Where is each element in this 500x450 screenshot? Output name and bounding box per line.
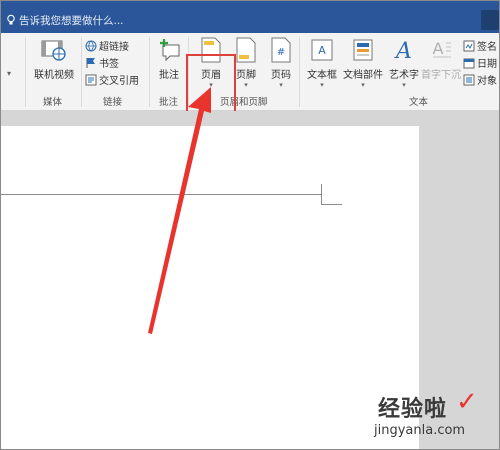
word-window: 告诉我您想要做什么... ▾ 联机视频 媒体 超链接 书签 交叉引用 链接 批注… <box>0 0 500 450</box>
red-arrow-annotation <box>148 87 211 334</box>
watermark-logo: 经验啦 ✓ jingyanla.com <box>346 387 496 449</box>
watermark-brand: 经验啦 <box>378 397 448 422</box>
check-mark-icon: ✓ <box>456 387 478 417</box>
watermark-url: jingyanla.com <box>374 423 466 438</box>
